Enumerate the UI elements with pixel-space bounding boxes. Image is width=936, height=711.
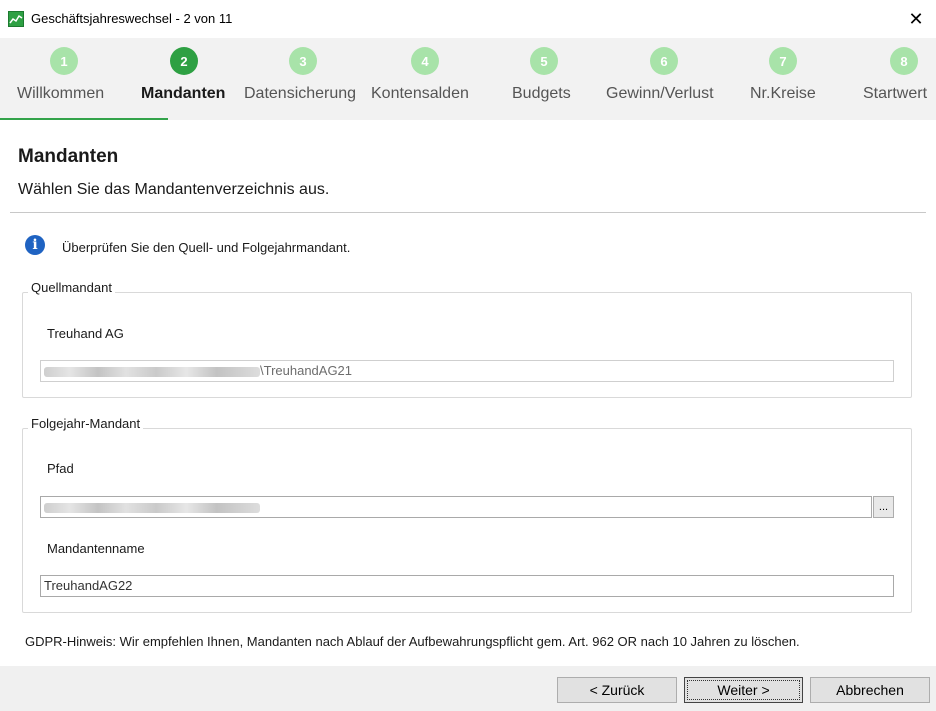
- next-button[interactable]: Weiter >: [684, 677, 803, 703]
- step-number: 6: [650, 47, 678, 75]
- step-label: Willkommen: [17, 85, 105, 102]
- source-client-name: Treuhand AG: [47, 326, 124, 341]
- step-label: Kontensalden: [371, 85, 469, 102]
- client-name-input[interactable]: TreuhandAG22: [40, 575, 894, 597]
- page-subtitle: Wählen Sie das Mandantenverzeichnis aus.: [18, 181, 330, 198]
- redacted-path: [44, 502, 260, 513]
- step-startwert[interactable]: 8 Startwert: [840, 38, 936, 120]
- step-number: 2: [170, 47, 198, 75]
- step-number: 7: [769, 47, 797, 75]
- chart-app-icon: [8, 11, 24, 27]
- cancel-button[interactable]: Abbrechen: [810, 677, 930, 703]
- redacted-path: [44, 366, 260, 377]
- client-name-label: Mandantenname: [47, 541, 145, 556]
- step-kontensalden[interactable]: 4 Kontensalden: [370, 38, 485, 120]
- active-step-indicator: [0, 118, 168, 120]
- step-number: 4: [411, 47, 439, 75]
- step-label: Gewinn/Verlust: [606, 85, 714, 102]
- close-button[interactable]: ✕: [896, 0, 936, 38]
- step-label: Mandanten: [141, 85, 226, 102]
- source-client-group: [22, 292, 912, 398]
- path-label: Pfad: [47, 461, 74, 476]
- info-message: Überprüfen Sie den Quell- und Folgejahrm…: [62, 240, 351, 255]
- step-datensicherung[interactable]: 3 Datensicherung: [240, 38, 370, 120]
- page-title: Mandanten: [18, 146, 119, 167]
- title-bar: Geschäftsjahreswechsel - 2 von 11 ✕: [0, 0, 936, 38]
- step-mandanten[interactable]: 2 Mandanten: [130, 38, 240, 120]
- target-client-legend: Folgejahr-Mandant: [28, 416, 144, 431]
- step-number: 1: [50, 47, 78, 75]
- step-number: 5: [530, 47, 558, 75]
- wizard-stepper: 1 Willkommen 2 Mandanten 3 Datensicherun…: [0, 38, 936, 120]
- step-willkommen[interactable]: 1 Willkommen: [0, 38, 130, 120]
- step-number: 3: [289, 47, 317, 75]
- step-nr-kreise[interactable]: 7 Nr.Kreise: [730, 38, 840, 120]
- browse-button[interactable]: ...: [873, 496, 894, 518]
- window-title: Geschäftsjahreswechsel - 2 von 11: [31, 11, 233, 26]
- close-icon: ✕: [908, 8, 924, 29]
- step-number: 8: [890, 47, 918, 75]
- step-gewinn-verlust[interactable]: 6 Gewinn/Verlust: [605, 38, 730, 120]
- back-button[interactable]: < Zurück: [557, 677, 677, 703]
- step-label: Datensicherung: [244, 85, 357, 102]
- header-divider: [10, 212, 926, 213]
- source-client-legend: Quellmandant: [28, 280, 115, 295]
- target-path-input[interactable]: [40, 496, 872, 518]
- source-path-suffix: \TreuhandAG21: [260, 363, 353, 378]
- gdpr-notice: GDPR-Hinweis: Wir empfehlen Ihnen, Manda…: [25, 634, 800, 649]
- info-icon: i: [25, 235, 45, 255]
- step-label: Nr.Kreise: [750, 85, 816, 102]
- step-budgets[interactable]: 5 Budgets: [485, 38, 605, 120]
- step-label: Startwert: [863, 85, 928, 102]
- source-path-field: \TreuhandAG21: [40, 360, 894, 382]
- step-label: Budgets: [512, 85, 571, 102]
